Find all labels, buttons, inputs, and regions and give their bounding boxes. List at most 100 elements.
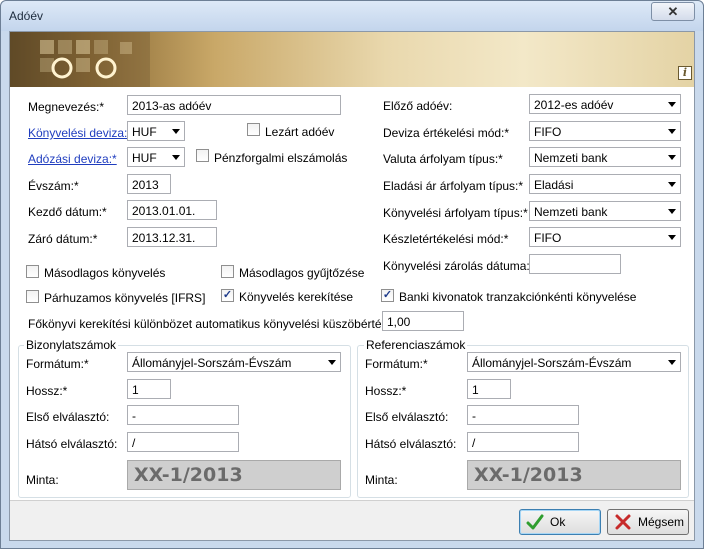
adozasi-deviza-select[interactable]: HUF xyxy=(127,147,185,167)
banki-label: Banki kivonatok tranzakciónkénti könyvel… xyxy=(399,290,637,304)
elozo-adoev-label: Előző adóév: xyxy=(383,99,453,113)
kerekites-checkbox[interactable]: ✓ xyxy=(221,289,234,302)
megnevezes-label: Megnevezés:* xyxy=(28,100,105,114)
chevron-down-icon xyxy=(328,360,336,365)
parhuzamos-checkbox[interactable] xyxy=(26,290,39,303)
zarolas-datum-input[interactable] xyxy=(529,254,621,274)
chevron-down-icon xyxy=(668,360,676,365)
valuta-arfolyam-select[interactable]: Nemzeti bank xyxy=(529,147,681,167)
dialog-window: Adóév ✕ i Megnevezés:* 2013-as adóév Kön… xyxy=(0,0,704,549)
chevron-down-icon xyxy=(668,182,676,187)
parhuzamos-label: Párhuzamos könyvelés [IFRS] xyxy=(44,291,206,305)
konyvelesi-deviza-select[interactable]: HUF xyxy=(127,121,185,141)
elozo-adoev-value: 2012-es adóév xyxy=(534,98,614,112)
masodlagos-gyujto-label: Másodlagos gyűjtőzése xyxy=(239,266,365,280)
ok-button[interactable]: Ok xyxy=(519,509,601,535)
biz-minta-preview: XX-1/2013 xyxy=(127,460,341,490)
penzforgalmi-checkbox[interactable] xyxy=(196,149,209,162)
konyvelesi-arfolyam-value: Nemzeti bank xyxy=(534,205,608,219)
zaro-datum-label: Záró dátum:* xyxy=(28,232,98,246)
ref-format-value: Állományjel-Sorszám-Évszám xyxy=(472,356,632,370)
biz-minta-label: Minta: xyxy=(26,473,59,487)
form-content: Megnevezés:* 2013-as adóév Könyvelési de… xyxy=(10,87,694,500)
header-banner: i xyxy=(10,32,694,87)
eladasi-arfolyam-value: Eladási xyxy=(534,178,574,192)
checkmark-icon: ✓ xyxy=(222,289,233,301)
adozasi-deviza-value: HUF xyxy=(132,151,157,165)
konyvelesi-deviza-link[interactable]: Könyvelési deviza:* xyxy=(28,126,132,140)
referenciaszamok-title: Referenciaszámok xyxy=(364,338,468,352)
biz-hossz-input[interactable]: 1 xyxy=(127,379,171,399)
konyvelesi-arfolyam-label: Könyvelési árfolyam típus:* xyxy=(383,206,528,220)
ref-minta-label: Minta: xyxy=(365,473,398,487)
close-icon: ✕ xyxy=(667,3,679,19)
biz-hatso-input[interactable]: / xyxy=(127,432,239,452)
window-title: Adóév xyxy=(9,9,44,23)
eladasi-arfolyam-select[interactable]: Eladási xyxy=(529,174,681,194)
bizonylatszamok-title: Bizonylatszámok xyxy=(24,338,119,352)
deviza-ertekelesi-value: FIFO xyxy=(534,125,562,139)
chevron-down-icon xyxy=(172,155,180,160)
threshold-label: Főkönyvi kerekítési különbözet automatik… xyxy=(28,317,396,331)
valuta-arfolyam-label: Valuta árfolyam típus:* xyxy=(383,152,503,166)
chevron-down-icon xyxy=(668,235,676,240)
checkmark-icon: ✓ xyxy=(382,289,393,301)
deviza-ertekelesi-select[interactable]: FIFO xyxy=(529,121,681,141)
threshold-input[interactable]: 1,00 xyxy=(382,311,464,331)
chevron-down-icon xyxy=(172,129,180,134)
cancel-button[interactable]: Mégsem xyxy=(607,509,689,535)
close-button[interactable]: ✕ xyxy=(651,2,695,21)
biz-format-select[interactable]: Állományjel-Sorszám-Évszám xyxy=(127,352,341,372)
ref-hossz-input[interactable]: 1 xyxy=(467,379,511,399)
evszam-label: Évszám:* xyxy=(28,179,79,193)
deviza-ertekelesi-label: Deviza értékelési mód:* xyxy=(383,126,510,140)
elozo-adoev-select[interactable]: 2012-es adóév xyxy=(529,94,681,114)
biz-format-label: Formátum:* xyxy=(26,357,89,371)
ref-elso-label: Első elválasztó: xyxy=(365,410,449,424)
kerekites-label: Könyvelés kerekítése xyxy=(239,290,354,304)
x-icon xyxy=(615,514,631,530)
ref-elso-input[interactable]: - xyxy=(467,405,579,425)
cancel-label: Mégsem xyxy=(638,515,685,529)
dialog-footer: Ok Mégsem xyxy=(10,500,694,540)
evszam-input[interactable]: 2013 xyxy=(127,174,171,194)
biz-hossz-label: Hossz:* xyxy=(26,384,68,398)
checkmark-icon xyxy=(526,514,544,530)
chevron-down-icon xyxy=(668,102,676,107)
valuta-arfolyam-value: Nemzeti bank xyxy=(534,151,608,165)
penzforgalmi-label: Pénzforgalmi elszámolás xyxy=(214,151,348,165)
konyvelesi-arfolyam-select[interactable]: Nemzeti bank xyxy=(529,201,681,221)
ref-minta-preview: XX-1/2013 xyxy=(467,460,681,490)
masodlagos-konyveles-checkbox[interactable] xyxy=(26,265,39,278)
ref-hatso-input[interactable]: / xyxy=(467,432,579,452)
biz-hatso-label: Hátsó elválasztó: xyxy=(26,437,118,451)
adozasi-deviza-link[interactable]: Adózási deviza:* xyxy=(28,152,117,166)
zaro-datum-input[interactable]: 2013.12.31. xyxy=(127,227,217,247)
masodlagos-gyujto-checkbox[interactable] xyxy=(221,265,234,278)
ref-format-select[interactable]: Állományjel-Sorszám-Évszám xyxy=(467,352,681,372)
zarolas-datum-label: Könyvelési zárolás dátuma: xyxy=(383,259,530,273)
biz-elso-input[interactable]: - xyxy=(127,405,239,425)
kezdo-datum-input[interactable]: 2013.01.01. xyxy=(127,200,217,220)
biz-format-value: Állományjel-Sorszám-Évszám xyxy=(132,356,292,370)
kezdo-datum-label: Kezdő dátum:* xyxy=(28,205,107,219)
banki-checkbox[interactable]: ✓ xyxy=(381,289,394,302)
ref-format-label: Formátum:* xyxy=(365,357,428,371)
lezart-label: Lezárt adóév xyxy=(265,125,335,139)
chevron-down-icon xyxy=(668,155,676,160)
info-icon[interactable]: i xyxy=(678,66,692,80)
masodlagos-konyveles-label: Másodlagos könyvelés xyxy=(44,266,166,280)
lezart-checkbox[interactable] xyxy=(247,123,260,136)
title-bar[interactable]: Adóév ✕ xyxy=(1,1,703,31)
megnevezes-input[interactable]: 2013-as adóév xyxy=(127,95,341,115)
dialog-client: i Megnevezés:* 2013-as adóév Könyvelési … xyxy=(9,31,695,541)
chevron-down-icon xyxy=(668,209,676,214)
biz-elso-label: Első elválasztó: xyxy=(26,410,110,424)
keszletertekelesi-label: Készletértékelési mód:* xyxy=(383,232,509,246)
ref-hatso-label: Hátsó elválasztó: xyxy=(365,437,457,451)
eladasi-arfolyam-label: Eladási ár árfolyam típus:* xyxy=(383,179,524,193)
konyvelesi-deviza-value: HUF xyxy=(132,125,157,139)
keszletertekelesi-select[interactable]: FIFO xyxy=(529,227,681,247)
ref-hossz-label: Hossz:* xyxy=(365,384,407,398)
ok-label: Ok xyxy=(550,515,566,529)
